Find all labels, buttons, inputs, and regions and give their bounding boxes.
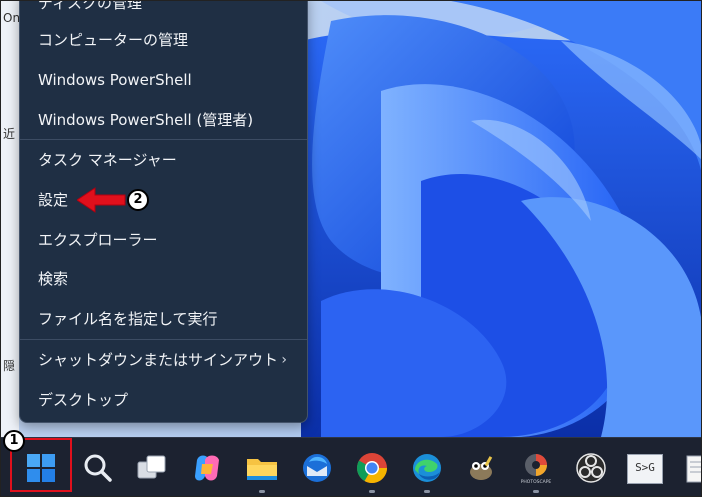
- notepad-icon[interactable]: [683, 450, 702, 486]
- menu-item-desktop[interactable]: デスクトップ: [20, 381, 307, 419]
- thunderbird-icon[interactable]: [299, 450, 335, 486]
- step-2-marker: 2: [127, 189, 149, 211]
- running-indicator: [259, 490, 265, 493]
- red-arrow-icon: [77, 187, 126, 213]
- winx-context-menu: ディスクの管理 コンピューターの管理 Windows PowerShell Wi…: [19, 1, 308, 423]
- menu-item-run[interactable]: ファイル名を指定して実行: [20, 300, 307, 338]
- menu-item-disk-management[interactable]: ディスクの管理: [20, 1, 307, 22]
- desktop-label: On: [3, 11, 21, 25]
- menu-item-task-manager[interactable]: タスク マネージャー: [20, 141, 307, 179]
- file-explorer-icon[interactable]: [244, 450, 280, 486]
- photoscape-icon[interactable]: PHOTOSCAPE: [518, 450, 554, 486]
- desktop-label: 近: [3, 127, 16, 141]
- menu-item-label: シャットダウンまたはサインアウト: [38, 351, 279, 369]
- desktop-left-strip: On 近 隠: [1, 1, 21, 437]
- edge-icon[interactable]: [409, 450, 445, 486]
- menu-separator: [20, 339, 307, 340]
- desktop-label: 隠: [3, 359, 16, 373]
- running-indicator: [533, 490, 539, 493]
- photoscape-label: PHOTOSCAPE: [521, 479, 552, 485]
- menu-item-search[interactable]: 検索: [20, 260, 307, 298]
- task-view-icon[interactable]: [134, 450, 170, 486]
- menu-separator: [20, 139, 307, 140]
- obs-icon[interactable]: [573, 450, 609, 486]
- chevron-right-icon: ›: [281, 352, 287, 368]
- gimp-icon[interactable]: [463, 450, 499, 486]
- menu-item-powershell-admin[interactable]: Windows PowerShell (管理者): [20, 101, 307, 139]
- menu-item-computer-management[interactable]: コンピューターの管理: [20, 21, 307, 59]
- running-indicator: [369, 490, 375, 493]
- search-icon[interactable]: [80, 450, 116, 486]
- chrome-icon[interactable]: [354, 450, 390, 486]
- step-1-marker: 1: [3, 430, 25, 452]
- menu-item-settings[interactable]: 設定: [20, 181, 307, 219]
- running-indicator: [424, 490, 430, 493]
- menu-item-shutdown[interactable]: シャットダウンまたはサインアウト ›: [20, 341, 307, 379]
- screenshot-frame: On 近 隠 ディスクの管理 コンピューターの管理 Windows PowerS…: [0, 0, 702, 497]
- taskbar: PHOTOSCAPE S>G: [1, 437, 702, 496]
- text-converter-icon[interactable]: S>G: [627, 454, 663, 484]
- menu-item-explorer[interactable]: エクスプローラー: [20, 221, 307, 259]
- menu-item-powershell[interactable]: Windows PowerShell: [20, 61, 307, 99]
- copilot-icon[interactable]: [189, 450, 225, 486]
